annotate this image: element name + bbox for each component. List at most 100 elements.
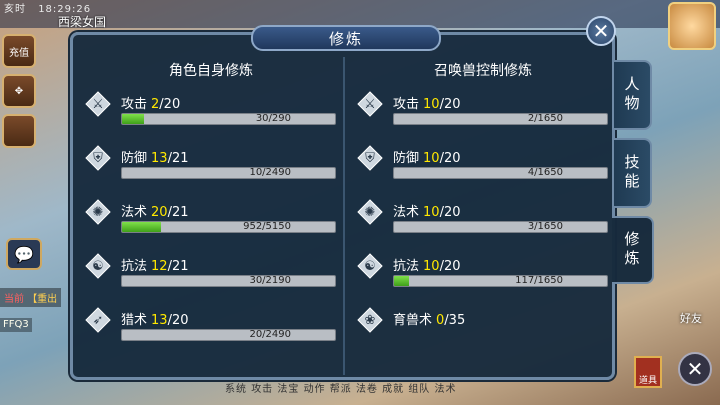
menu-treasure[interactable]: 法宝	[277, 384, 299, 395]
menu-attack[interactable]: 攻击	[251, 384, 273, 395]
friend-button[interactable]: 好友	[680, 310, 702, 326]
skill-name: 法术 20/21	[121, 201, 188, 220]
skill-label: 法术	[121, 205, 148, 220]
cultivation-panel: 修炼 角色自身修炼 ⚔ 攻击 2/20 30/290 ⛨ 防御 13/21 10/2490 ✺ 法…	[70, 25, 615, 380]
panel-title: 修炼	[251, 25, 441, 51]
exp-progress-bar: 20/2490	[121, 329, 336, 341]
column-divider	[343, 57, 345, 375]
panel-close-button[interactable]: ✕	[586, 16, 616, 46]
shield-icon: ⛨	[357, 145, 383, 171]
skill-max-level: /21	[167, 151, 189, 166]
exp-text: 30/290	[255, 113, 291, 124]
skill-max-level: /35	[444, 313, 466, 328]
cultivation-row[interactable]: ✺ 法术 10/20 3/1650	[353, 195, 613, 249]
exp-text: 30/2190	[249, 275, 291, 286]
skill-name: 猎术 13/20	[121, 309, 188, 328]
skill-label: 育兽术	[393, 313, 433, 328]
skill-max-level: /20	[439, 97, 461, 112]
cultivation-row[interactable]: ❀ 育兽术 0/35	[353, 303, 613, 357]
skill-name: 育兽术 0/35	[393, 309, 465, 328]
exp-progress-bar: 2/1650	[393, 113, 608, 125]
sword-icon: ⚔	[357, 91, 383, 117]
yinyang-icon: ☯	[85, 253, 111, 279]
exp-progress-bar: 10/2490	[121, 167, 336, 179]
tab-cultivation[interactable]: 修炼	[612, 216, 654, 284]
exp-text: 117/1650	[515, 275, 563, 286]
skill-name: 攻击 10/20	[393, 93, 460, 112]
recharge-button[interactable]: 充值	[2, 34, 36, 68]
cultivation-row[interactable]: ➶ 猎术 13/20 20/2490	[81, 303, 341, 357]
menu-scroll[interactable]: 法卷	[356, 384, 378, 395]
shield-icon: ⛨	[85, 145, 111, 171]
skill-level: 13	[151, 151, 168, 166]
pet-cultivation-column: 召唤兽控制修炼 ⚔ 攻击 10/20 2/1650 ⛨ 防御 10/20 4/1650 ✺ 法术 1…	[353, 57, 613, 357]
cultivation-row[interactable]: ✺ 法术 20/21 952/5150	[81, 195, 341, 249]
skill-name: 攻击 2/20	[121, 93, 180, 112]
skill-label: 抗法	[121, 259, 148, 274]
cultivation-row[interactable]: ☯ 抗法 10/20 117/1650	[353, 249, 613, 303]
menu-achievement[interactable]: 成就	[382, 384, 404, 395]
pet-icon: ❀	[357, 307, 383, 333]
chat-current: 当前	[4, 294, 24, 305]
chat-channel[interactable]: 当前 【重出	[0, 288, 62, 307]
x-action-button[interactable]: ✕	[678, 352, 712, 386]
exp-progress-bar: 117/1650	[393, 275, 608, 287]
exp-progress-fill	[394, 276, 410, 286]
tab-skills[interactable]: 技能	[614, 138, 652, 208]
self-cultivation-column: 角色自身修炼 ⚔ 攻击 2/20 30/290 ⛨ 防御 13/21 10/2490 ✺ 法术 20…	[81, 57, 341, 357]
skill-label: 防御	[121, 151, 148, 166]
item-button[interactable]: 道具	[634, 356, 662, 388]
magic-icon: ✺	[85, 199, 111, 225]
bag-icon[interactable]	[2, 114, 36, 148]
skill-label: 法术	[393, 205, 420, 220]
cultivation-row[interactable]: ⛨ 防御 10/20 4/1650	[353, 141, 613, 195]
skill-max-level: /20	[439, 151, 461, 166]
exp-progress-bar: 3/1650	[393, 221, 608, 233]
exp-text: 10/2490	[249, 167, 291, 178]
chat-button[interactable]: 💬	[6, 238, 42, 270]
chat-log-text: FFQ3	[3, 319, 29, 330]
skill-name: 法术 10/20	[393, 201, 460, 220]
skill-level: 10	[423, 151, 440, 166]
menu-system[interactable]: 系统	[225, 384, 247, 395]
status-bar: 亥时 18:29:26	[0, 0, 99, 15]
exp-progress-bar: 4/1650	[393, 167, 608, 179]
player-avatar[interactable]	[668, 2, 716, 50]
skill-name: 抗法 12/21	[121, 255, 188, 274]
menu-action[interactable]: 动作	[304, 384, 326, 395]
chat-log: FFQ3	[0, 318, 32, 332]
exp-text: 4/1650	[527, 167, 563, 178]
menu-spell[interactable]: 法术	[435, 384, 457, 395]
map-name: 西梁女国	[58, 15, 107, 29]
skill-level: 12	[151, 259, 168, 274]
skill-level: 13	[151, 313, 168, 328]
left-icon-column: 充值 ✥	[2, 34, 68, 154]
skill-max-level: /21	[167, 259, 189, 274]
exp-progress-bar: 952/5150	[121, 221, 336, 233]
dpad-icon: ✥	[14, 85, 24, 97]
bow-icon: ➶	[85, 307, 111, 333]
recharge-label: 充值	[9, 47, 29, 59]
exp-progress-fill	[122, 114, 144, 124]
menu-guild[interactable]: 帮派	[330, 384, 352, 395]
pet-cultivation-header: 召唤兽控制修炼	[434, 63, 532, 79]
skill-label: 猎术	[121, 313, 148, 328]
cultivation-row[interactable]: ⚔ 攻击 10/20 2/1650	[353, 87, 613, 141]
exp-progress-bar: 30/290	[121, 113, 336, 125]
cultivation-row[interactable]: ☯ 抗法 12/21 30/2190	[81, 249, 341, 303]
menu-team[interactable]: 组队	[408, 384, 430, 395]
skill-level: 10	[423, 259, 440, 274]
exp-progress-fill	[122, 222, 162, 232]
move-pad-icon[interactable]: ✥	[2, 74, 36, 108]
close-icon: ✕	[686, 357, 704, 381]
skill-level: 10	[423, 205, 440, 220]
skill-label: 防御	[393, 151, 420, 166]
skill-max-level: /20	[159, 97, 181, 112]
skill-max-level: /20	[439, 259, 461, 274]
cultivation-row[interactable]: ⛨ 防御 13/21 10/2490	[81, 141, 341, 195]
exp-text: 2/1650	[527, 113, 563, 124]
tab-character[interactable]: 人物	[614, 60, 652, 130]
close-icon: ✕	[592, 19, 610, 43]
skill-max-level: /20	[439, 205, 461, 220]
cultivation-row[interactable]: ⚔ 攻击 2/20 30/290	[81, 87, 341, 141]
